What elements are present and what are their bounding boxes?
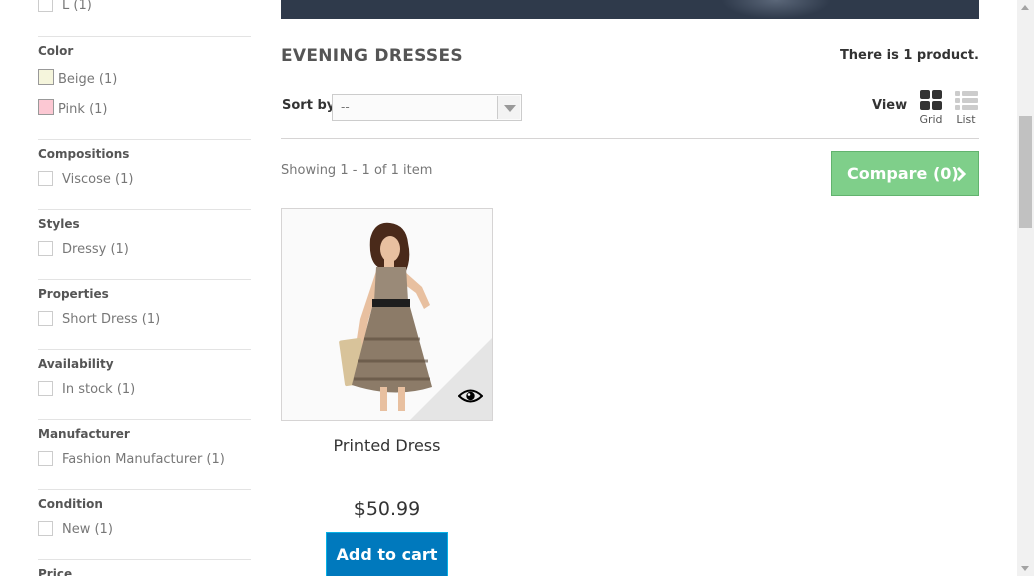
add-to-cart-label: Add to cart xyxy=(336,545,438,564)
filter-title-compositions: Compositions xyxy=(38,147,130,161)
chevron-right-icon xyxy=(956,166,966,182)
checkbox[interactable] xyxy=(38,380,53,396)
filter-size-l[interactable]: L (1) xyxy=(38,0,92,13)
category-title: EVENING DRESSES xyxy=(281,46,463,66)
sort-value: -- xyxy=(341,100,350,114)
chevron-down-icon[interactable] xyxy=(497,96,520,119)
scroll-down-arrow-icon[interactable] xyxy=(1021,566,1029,571)
quick-view-corner[interactable] xyxy=(410,338,492,420)
scrollbar-thumb[interactable] xyxy=(1019,116,1032,228)
filter-title-properties: Properties xyxy=(38,287,109,301)
filter-group-availability: Availability In stock (1) xyxy=(38,349,251,397)
view-label: View xyxy=(872,98,908,113)
compare-label: Compare (0) xyxy=(847,164,959,183)
filter-composition-viscose[interactable]: Viscose (1) xyxy=(38,170,134,187)
filter-color-pink[interactable]: Pink (1) xyxy=(38,99,108,117)
scroll-up-arrow-icon[interactable] xyxy=(1021,5,1029,10)
category-banner xyxy=(281,0,979,19)
filter-group-compositions: Compositions Viscose (1) xyxy=(38,139,251,187)
checkbox[interactable] xyxy=(38,170,53,186)
filter-group-styles: Styles Dressy (1) xyxy=(38,209,251,257)
filter-title-price: Price xyxy=(38,567,73,576)
view-grid-label: Grid xyxy=(919,113,943,126)
product-count: There is 1 product. xyxy=(839,48,979,63)
checkbox[interactable] xyxy=(38,0,53,12)
view-grid-button[interactable]: Grid xyxy=(916,90,946,126)
filter-label: Pink (1) xyxy=(58,101,108,117)
filter-property-short-dress[interactable]: Short Dress (1) xyxy=(38,310,161,327)
filter-title-color: Color xyxy=(38,44,74,58)
filter-title-availability: Availability xyxy=(38,357,114,371)
grid-icon[interactable] xyxy=(919,90,943,111)
filter-color-beige[interactable]: Beige (1) xyxy=(38,69,118,87)
showing-count: Showing 1 - 1 of 1 item xyxy=(281,163,433,178)
checkbox[interactable] xyxy=(38,520,53,536)
filter-label: New (1) xyxy=(62,521,113,537)
view-list-button[interactable]: List xyxy=(951,90,981,126)
filter-title-manufacturer: Manufacturer xyxy=(38,427,130,441)
color-swatch-pink[interactable] xyxy=(38,99,54,115)
filter-label: Fashion Manufacturer (1) xyxy=(62,451,225,467)
scrollbar[interactable] xyxy=(1017,0,1034,576)
filter-manufacturer-fashion[interactable]: Fashion Manufacturer (1) xyxy=(38,450,225,467)
filter-label: In stock (1) xyxy=(62,381,136,397)
filter-group-properties: Properties Short Dress (1) xyxy=(38,279,251,327)
color-swatch-beige[interactable] xyxy=(38,69,54,85)
filter-group-color: Color Beige (1) Pink (1) xyxy=(38,36,251,117)
filter-label: Beige (1) xyxy=(58,71,118,87)
product-price: $50.99 xyxy=(353,498,421,520)
filter-title-condition: Condition xyxy=(38,497,103,511)
filter-style-dressy[interactable]: Dressy (1) xyxy=(38,240,129,257)
filter-label: Viscose (1) xyxy=(62,171,134,187)
checkbox[interactable] xyxy=(38,310,53,326)
checkbox[interactable] xyxy=(38,450,53,466)
compare-button[interactable]: Compare (0) xyxy=(831,151,979,196)
filter-group-price: Price xyxy=(38,559,251,576)
filter-label: Short Dress (1) xyxy=(62,311,161,327)
checkbox[interactable] xyxy=(38,240,53,256)
sort-label: Sort by xyxy=(282,98,336,113)
filter-group-manufacturer: Manufacturer Fashion Manufacturer (1) xyxy=(38,419,251,467)
product-name[interactable]: Printed Dress xyxy=(281,436,493,455)
filter-label: L (1) xyxy=(62,0,92,13)
eye-icon[interactable] xyxy=(458,388,483,404)
add-to-cart-button[interactable]: Add to cart xyxy=(326,532,448,576)
filter-condition-new[interactable]: New (1) xyxy=(38,520,113,537)
toolbar-divider xyxy=(281,138,979,139)
filter-group-condition: Condition New (1) xyxy=(38,489,251,537)
view-list-label: List xyxy=(956,113,976,126)
filter-title-styles: Styles xyxy=(38,217,80,231)
filter-availability-in-stock[interactable]: In stock (1) xyxy=(38,380,136,397)
filter-label: Dressy (1) xyxy=(62,241,129,257)
list-icon[interactable] xyxy=(954,90,978,111)
product-card[interactable] xyxy=(281,208,493,421)
sort-select[interactable]: -- xyxy=(332,94,522,121)
